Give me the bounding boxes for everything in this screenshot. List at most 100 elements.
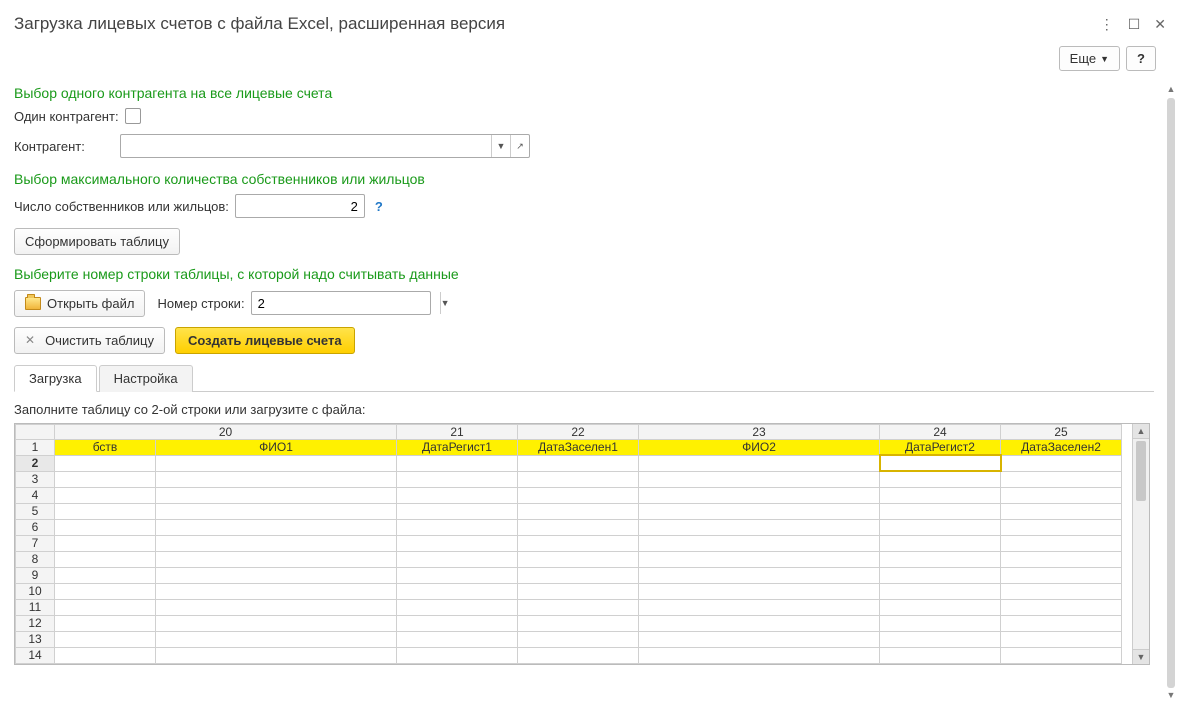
sheet-cell[interactable]	[397, 455, 518, 471]
open-file-button[interactable]: Открыть файл	[14, 290, 145, 317]
sheet-cell[interactable]	[156, 567, 397, 583]
row-number-input[interactable]	[252, 292, 440, 314]
sheet-cell[interactable]	[880, 551, 1001, 567]
sheet-cell[interactable]	[1001, 535, 1122, 551]
row-number-header[interactable]: 14	[16, 647, 55, 663]
row-number-header[interactable]: 1	[16, 439, 55, 455]
sheet-cell[interactable]	[1001, 631, 1122, 647]
row-number-header[interactable]: 3	[16, 471, 55, 487]
sheet-cell[interactable]	[55, 487, 156, 503]
sheet-cell[interactable]	[55, 535, 156, 551]
sheet-cell[interactable]	[156, 487, 397, 503]
col-number-header[interactable]: 24	[880, 424, 1001, 439]
sheet-cell[interactable]	[639, 519, 880, 535]
sheet-cell[interactable]	[55, 567, 156, 583]
page-scrollbar[interactable]: ▲ ▼	[1164, 84, 1178, 702]
close-icon[interactable]: ✕	[1154, 16, 1166, 33]
sheet-cell[interactable]	[518, 519, 639, 535]
clear-table-button[interactable]: ✕ Очистить таблицу	[14, 327, 165, 354]
col-number-header[interactable]: 21	[397, 424, 518, 439]
sheet-cell[interactable]	[397, 535, 518, 551]
sheet-scrollbar[interactable]: ▲ ▼	[1132, 424, 1149, 664]
sheet-cell[interactable]	[156, 519, 397, 535]
sheet-cell[interactable]	[397, 615, 518, 631]
sheet-cell[interactable]	[397, 647, 518, 663]
contractor-input[interactable]	[121, 135, 491, 157]
sheet-scroll-up-icon[interactable]: ▲	[1133, 424, 1149, 439]
contractor-open-icon[interactable]: ↗	[510, 135, 529, 157]
row-number-header[interactable]: 12	[16, 615, 55, 631]
col-number-header[interactable]: 20	[55, 424, 397, 439]
sheet-cell[interactable]	[639, 487, 880, 503]
sheet-cell[interactable]	[639, 535, 880, 551]
row-number-header[interactable]: 13	[16, 631, 55, 647]
col-number-header[interactable]: 25	[1001, 424, 1122, 439]
sheet-cell[interactable]	[397, 519, 518, 535]
sheet-cell[interactable]	[518, 551, 639, 567]
form-table-button[interactable]: Сформировать таблицу	[14, 228, 180, 255]
sheet-cell[interactable]	[156, 535, 397, 551]
sheet-cell[interactable]	[55, 519, 156, 535]
row-number-header[interactable]: 9	[16, 567, 55, 583]
scroll-down-icon[interactable]: ▼	[1167, 690, 1176, 702]
col-number-header[interactable]: 22	[518, 424, 639, 439]
sheet-cell[interactable]	[1001, 583, 1122, 599]
sheet-cell[interactable]	[880, 519, 1001, 535]
sheet-cell[interactable]	[1001, 647, 1122, 663]
column-header-cell[interactable]: ФИО2	[639, 439, 880, 455]
tab-settings[interactable]: Настройка	[99, 365, 193, 392]
sheet-cell[interactable]	[1001, 471, 1122, 487]
row-number-header[interactable]: 4	[16, 487, 55, 503]
sheet-cell[interactable]	[397, 583, 518, 599]
row-number-header[interactable]: 11	[16, 599, 55, 615]
scroll-up-icon[interactable]: ▲	[1167, 84, 1176, 96]
sheet-cell[interactable]	[55, 583, 156, 599]
more-button[interactable]: Еще ▼	[1059, 46, 1120, 71]
row-number-combo[interactable]: ▼	[251, 291, 431, 315]
contractor-dropdown-icon[interactable]: ▼	[491, 135, 510, 157]
sheet-cell[interactable]	[1001, 567, 1122, 583]
sheet-cell[interactable]	[397, 487, 518, 503]
sheet-cell[interactable]	[639, 599, 880, 615]
sheet-cell[interactable]	[518, 487, 639, 503]
sheet-scroll-down-icon[interactable]: ▼	[1133, 649, 1149, 664]
maximize-icon[interactable]: ☐	[1128, 16, 1141, 33]
sheet-cell[interactable]	[1001, 455, 1122, 471]
sheet-cell[interactable]	[880, 455, 1001, 471]
sheet-cell[interactable]	[639, 471, 880, 487]
sheet-cell[interactable]	[518, 471, 639, 487]
row-number-header[interactable]: 6	[16, 519, 55, 535]
sheet-cell[interactable]	[518, 455, 639, 471]
one-contractor-checkbox[interactable]	[125, 108, 141, 124]
sheet-cell[interactable]	[397, 551, 518, 567]
column-header-cell[interactable]: ДатаРегист1	[397, 439, 518, 455]
sheet-cell[interactable]	[156, 615, 397, 631]
sheet-cell[interactable]	[880, 615, 1001, 631]
col-number-header[interactable]: 23	[639, 424, 880, 439]
sheet-cell[interactable]	[397, 567, 518, 583]
sheet-cell[interactable]	[639, 631, 880, 647]
sheet-cell[interactable]	[518, 583, 639, 599]
sheet-cell[interactable]	[156, 647, 397, 663]
tab-load[interactable]: Загрузка	[14, 365, 97, 392]
sheet-cell[interactable]	[639, 647, 880, 663]
column-header-cell[interactable]: ДатаРегист2	[880, 439, 1001, 455]
sheet-cell[interactable]	[397, 599, 518, 615]
row-number-header[interactable]: 7	[16, 535, 55, 551]
row-number-header[interactable]: 5	[16, 503, 55, 519]
sheet-cell[interactable]	[518, 615, 639, 631]
row-number-dropdown-icon[interactable]: ▼	[440, 292, 450, 314]
sheet-cell[interactable]	[518, 631, 639, 647]
sheet-cell[interactable]	[518, 599, 639, 615]
owners-help-icon[interactable]: ?	[375, 199, 383, 214]
kebab-icon[interactable]: ⋮	[1100, 16, 1114, 33]
sheet-cell[interactable]	[518, 535, 639, 551]
sheet-cell[interactable]	[639, 503, 880, 519]
sheet-cell[interactable]	[156, 455, 397, 471]
contractor-combo[interactable]: ▼ ↗	[120, 134, 530, 158]
sheet-cell[interactable]	[397, 631, 518, 647]
column-header-cell[interactable]: бств	[55, 439, 156, 455]
sheet-cell[interactable]	[639, 455, 880, 471]
sheet-cell[interactable]	[518, 647, 639, 663]
row-number-header[interactable]: 2	[16, 455, 55, 471]
